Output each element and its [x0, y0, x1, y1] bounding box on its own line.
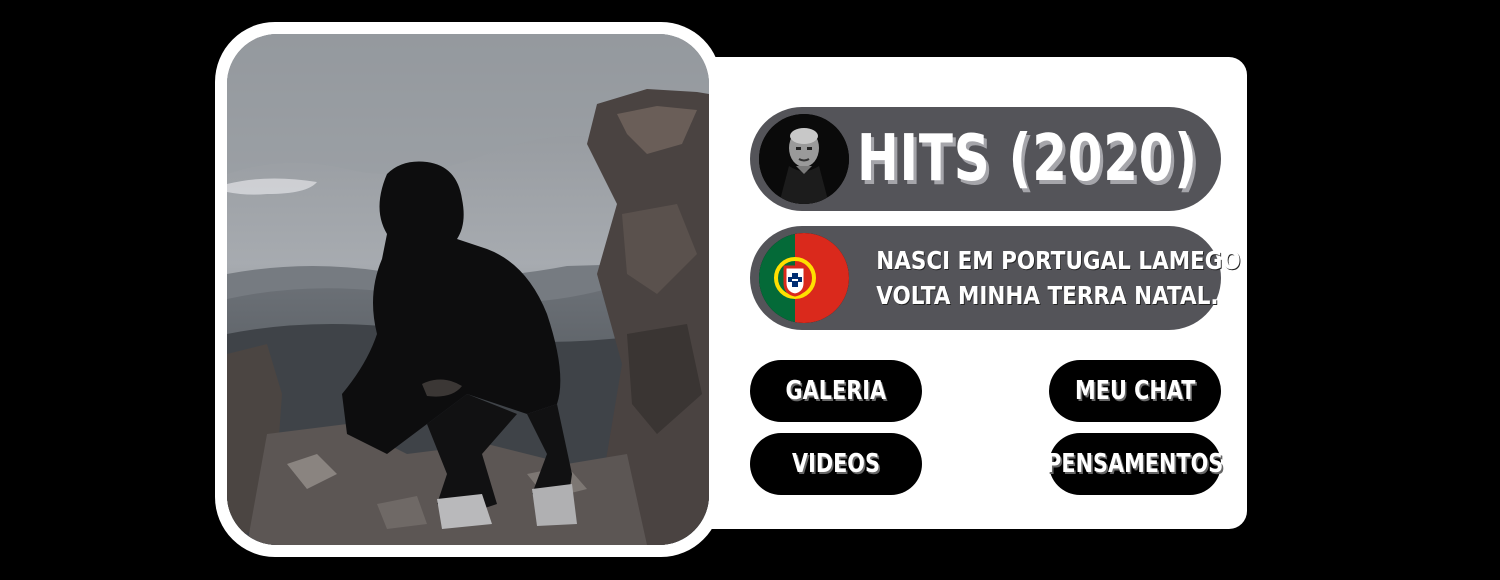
pensamentos-button-label: PENSAMENTOS	[1046, 449, 1224, 479]
meu-chat-button[interactable]: MEU CHAT	[1049, 360, 1221, 422]
profile-title: HITS (2020)	[857, 122, 1198, 196]
portugal-flag-icon	[759, 233, 849, 323]
title-pill: HITS (2020)	[750, 107, 1221, 211]
avatar	[759, 114, 849, 204]
flag-icon	[759, 233, 849, 323]
galeria-button-label: GALERIA	[785, 376, 887, 406]
videos-button[interactable]: VIDEOS	[750, 433, 922, 495]
hero-photo-frame	[215, 22, 721, 557]
hero-photo	[227, 34, 709, 545]
videos-button-label: VIDEOS	[792, 449, 880, 479]
meu-chat-button-label: MEU CHAT	[1074, 376, 1196, 406]
bio-line-1: NASCI EM PORTUGAL LAMEGO	[876, 246, 1241, 275]
bio-text: NASCI EM PORTUGAL LAMEGO VOLTA MINHA TER…	[876, 243, 1241, 313]
hooded-figure-photo	[227, 34, 709, 545]
page: HITS (2020) NASCI EM PORTUGAL LAMEGO VOL…	[0, 0, 1500, 580]
pensamentos-button[interactable]: PENSAMENTOS	[1046, 433, 1224, 495]
portrait-icon	[759, 114, 849, 204]
bio-line-2: VOLTA MINHA TERRA NATAL.	[876, 281, 1219, 310]
galeria-button[interactable]: GALERIA	[750, 360, 922, 422]
bio-pill: NASCI EM PORTUGAL LAMEGO VOLTA MINHA TER…	[750, 226, 1241, 330]
